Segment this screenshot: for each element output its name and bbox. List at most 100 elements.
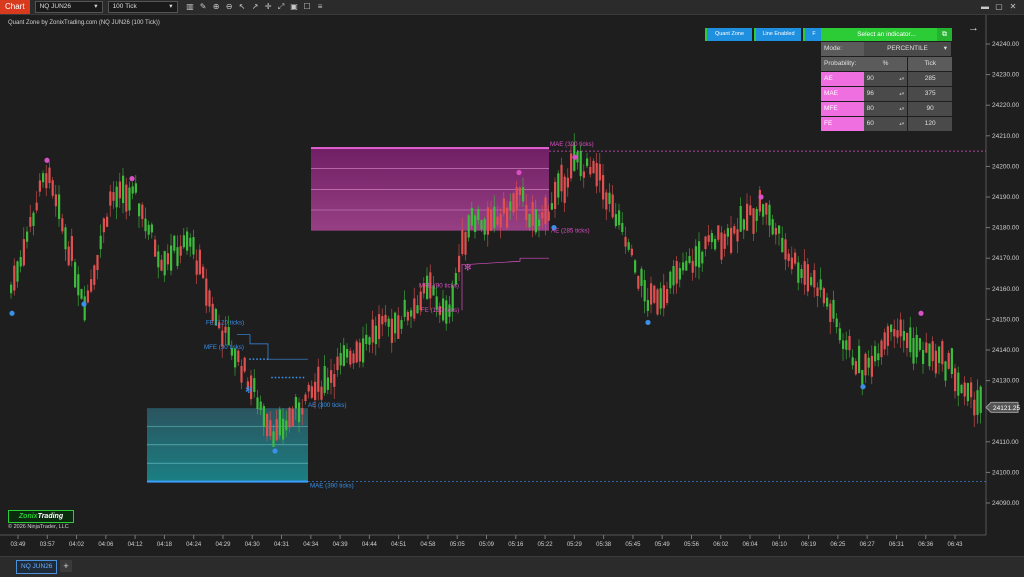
stepper-icon[interactable]: ▴▾ — [899, 87, 904, 101]
chevron-down-icon: ▾ — [943, 45, 947, 52]
blue-arrow-dot — [295, 376, 298, 379]
mode-select[interactable]: PERCENTILE ▾ — [864, 42, 951, 56]
candle-body — [413, 298, 416, 319]
instrument-select[interactable]: NQ JUN26 ▾ — [34, 1, 103, 13]
swing-low-marker — [645, 319, 651, 326]
line-enabled-button[interactable]: Line Enabled — [754, 28, 801, 41]
candle-body — [77, 274, 80, 296]
select-indicator-button[interactable]: Select an indicator... ⧉ — [821, 28, 952, 41]
swing-low-marker — [272, 448, 278, 454]
chart-tab[interactable]: Chart — [0, 0, 30, 14]
tick-value: 120 — [908, 117, 952, 131]
f-button[interactable]: F — [803, 28, 823, 41]
candle-body — [154, 239, 157, 257]
candle-body — [976, 390, 979, 415]
add-tab-button[interactable]: + — [60, 560, 72, 572]
external-link-icon[interactable]: ⧉ — [937, 28, 952, 41]
candle-body — [602, 175, 605, 200]
stepper-icon[interactable]: ▴▾ — [899, 72, 904, 86]
time-label: 06:31 — [889, 542, 905, 548]
interval-select[interactable]: 100 Tick ▾ — [107, 1, 178, 13]
pct-input[interactable]: 90 ▴▾ — [863, 72, 908, 86]
candle-body — [528, 213, 531, 228]
zoom-out-icon[interactable]: ⊖ — [223, 1, 236, 13]
candle-body — [189, 237, 192, 247]
candle-body — [262, 405, 265, 427]
candle-body — [301, 408, 304, 415]
candle-body — [614, 214, 617, 227]
candle-body — [192, 237, 195, 255]
close-icon[interactable]: ✕ — [1006, 0, 1020, 14]
candle-body — [810, 277, 813, 286]
candle-body — [352, 353, 355, 364]
row-ae: AE 90 ▴▾ 285 — [821, 72, 952, 86]
cursor-icon[interactable]: ↖ — [236, 1, 249, 13]
stepper-icon[interactable]: ▴▾ — [899, 102, 904, 116]
candle-body — [643, 280, 646, 302]
candle-body — [333, 374, 336, 387]
gear-icon: ✻ — [245, 385, 253, 395]
candle-body — [285, 420, 288, 431]
crosshair-icon[interactable]: ✛ — [262, 1, 275, 13]
tick-value: 285 — [908, 72, 952, 86]
fit-icon[interactable]: ⤢ — [275, 1, 288, 13]
maximize-icon[interactable]: ▢ — [992, 0, 1006, 14]
price-label: 24160.00 — [992, 286, 1019, 293]
swing-high-marker — [129, 176, 135, 182]
pct-input[interactable]: 96 ▴▾ — [863, 87, 908, 101]
candle-body — [326, 377, 329, 390]
candle-body — [365, 334, 368, 345]
candle-body — [947, 352, 950, 369]
time-label: 04:06 — [98, 542, 114, 548]
candle-body — [557, 173, 560, 198]
candle-body — [890, 324, 893, 333]
candle-body — [672, 266, 675, 286]
arrow-icon[interactable]: ↗ — [249, 1, 262, 13]
row-label: FE — [821, 117, 864, 131]
candle-body — [842, 340, 845, 350]
minimize-icon[interactable]: ▬ — [978, 0, 992, 14]
candle-body — [339, 352, 342, 366]
candle-body — [912, 337, 915, 364]
candle-body — [96, 254, 99, 270]
time-label: 03:57 — [40, 542, 56, 548]
instrument-tab[interactable]: NQ JUN26 — [16, 560, 58, 574]
pct-input[interactable]: 60 ▴▾ — [863, 117, 908, 131]
candle-body — [496, 216, 499, 225]
candle-body — [886, 326, 889, 346]
candle-body — [131, 186, 134, 194]
pencil-icon[interactable]: ✎ — [197, 1, 210, 13]
candle-body — [58, 194, 61, 219]
time-label: 04:18 — [157, 542, 173, 548]
candle-body — [822, 288, 825, 304]
candle-body — [851, 357, 854, 366]
candle-body — [736, 229, 739, 242]
mode-row: Mode: PERCENTILE ▾ — [821, 42, 952, 56]
candle-body — [410, 310, 413, 317]
pct-input[interactable]: 80 ▴▾ — [863, 102, 908, 116]
bar-chart-icon[interactable]: ▥ — [184, 1, 197, 13]
list-icon[interactable]: ≡ — [314, 1, 327, 13]
candle-body — [733, 226, 736, 234]
data-box-icon[interactable]: ☐ — [301, 1, 314, 13]
fullscreen-icon[interactable]: ▣ — [288, 1, 301, 13]
quant-zone-button[interactable]: Quant Zone — [705, 28, 752, 41]
candle-body — [32, 212, 35, 226]
candle-body — [163, 251, 166, 276]
candle-body — [515, 187, 518, 209]
time-label: 05:29 — [567, 542, 583, 548]
stepper-icon[interactable]: ▴▾ — [899, 117, 904, 131]
candle-body — [90, 279, 93, 292]
candle-body — [787, 253, 790, 261]
time-label: 05:56 — [684, 542, 700, 548]
candle-body — [61, 218, 64, 232]
price-label: 24180.00 — [992, 225, 1019, 232]
candle-body — [829, 303, 832, 322]
candle-body — [832, 299, 835, 319]
indicator-panel: Select an indicator... ⧉ Mode: PERCENTIL… — [821, 28, 952, 131]
zoom-in-icon[interactable]: ⊕ — [210, 1, 223, 13]
chevron-down-icon: ▾ — [94, 3, 98, 10]
candle-body — [256, 397, 259, 410]
price-label: 24110.00 — [992, 439, 1019, 446]
candle-body — [458, 255, 461, 273]
